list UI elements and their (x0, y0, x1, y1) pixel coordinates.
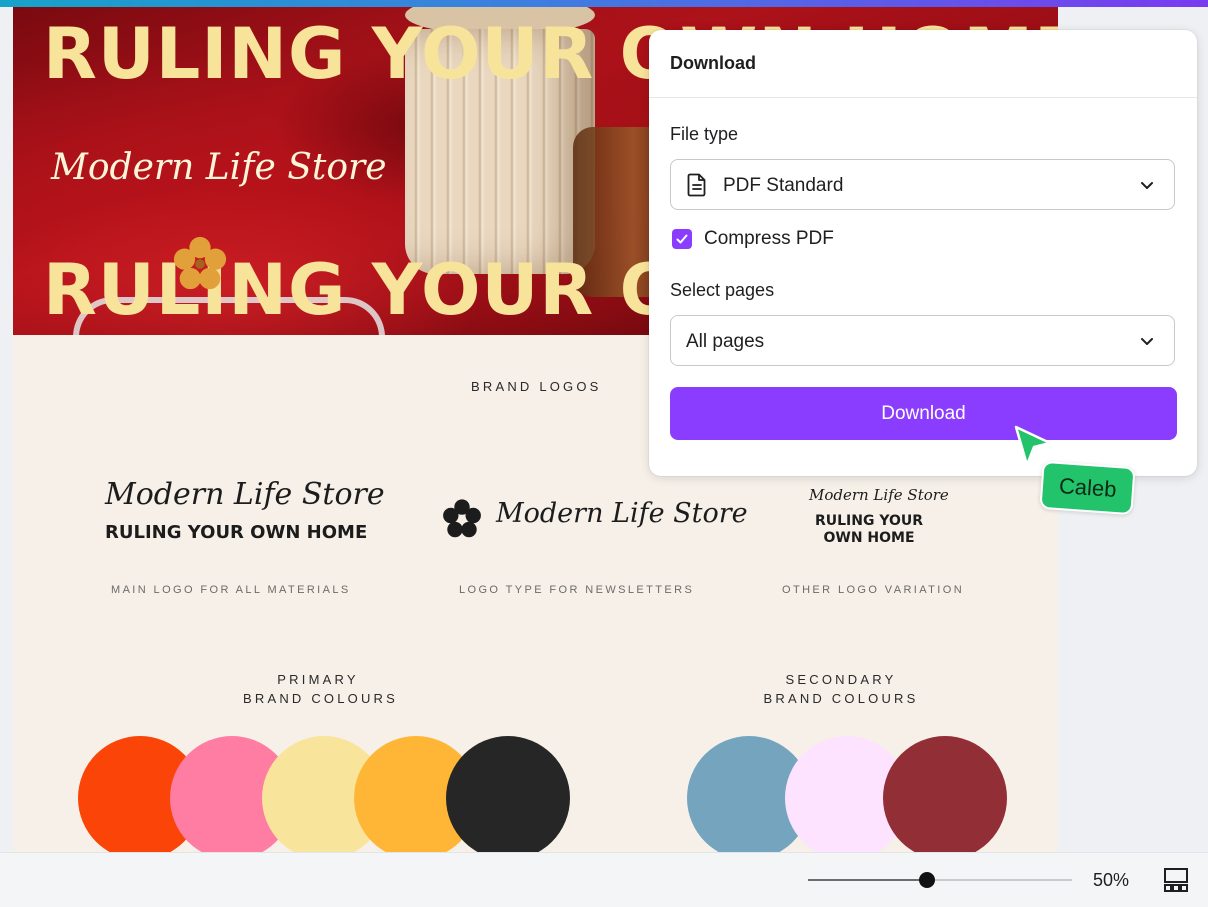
compress-pdf-label[interactable]: Compress PDF (704, 228, 834, 250)
select-pages-select[interactable]: All pages (670, 315, 1175, 366)
document-icon (687, 173, 706, 197)
newsletter-logo-caption: LOGO TYPE FOR NEWSLETTERS (459, 584, 695, 596)
file-type-value: PDF Standard (723, 175, 844, 196)
main-logo-caption: MAIN LOGO FOR ALL MATERIALS (111, 584, 351, 596)
primary-colours-title: PRIMARY BRAND COLOURS (243, 670, 399, 708)
collaborator-name-tag: Caleb (1039, 460, 1137, 516)
page-grid-icon[interactable] (1163, 867, 1189, 893)
design-canvas[interactable]: RULING YOUR OWN HOME Modern Life Store R… (0, 7, 1208, 852)
download-panel: Download File type PDF Standard Compress… (649, 30, 1197, 476)
file-type-select[interactable]: PDF Standard (670, 159, 1175, 210)
variation-logo-line2: OWN HOME (823, 530, 915, 546)
file-type-label: File type (670, 124, 739, 144)
variation-logo-tagline: RULING YOUR OWN HOME (809, 513, 929, 547)
variation-logo-line1: RULING YOUR (814, 513, 924, 529)
brand-logos-title: BRAND LOGOS (471, 379, 602, 394)
main-logo-script: Modern Life Store (105, 477, 385, 512)
download-button[interactable]: Download (670, 387, 1177, 440)
select-pages-label: Select pages (670, 280, 775, 300)
newsletter-logo-script: Modern Life Store (496, 498, 748, 529)
colour-swatch (883, 736, 1007, 852)
secondary-colours-title-line1: SECONDARY (785, 672, 897, 687)
flower-icon (173, 236, 227, 290)
checkmark-icon (676, 234, 688, 244)
zoom-slider-thumb[interactable] (918, 872, 935, 888)
download-panel-title: Download (670, 53, 756, 73)
secondary-colours-title-line2: BRAND COLOURS (763, 691, 919, 706)
download-panel-header: Download (649, 30, 1197, 98)
primary-colours-title-line1: PRIMARY (277, 672, 359, 687)
hero-script-text: Modern Life Store (51, 147, 387, 188)
variation-logo-script: Modern Life Store (809, 486, 949, 504)
colour-swatch (446, 736, 570, 852)
compress-pdf-checkbox[interactable] (672, 229, 692, 249)
zoom-level-label[interactable]: 50% (1093, 870, 1129, 891)
secondary-colours-title: SECONDARY BRAND COLOURS (761, 670, 921, 708)
chevron-down-icon (1141, 182, 1153, 189)
bottom-toolbar: 50% (0, 852, 1208, 907)
main-logo-tagline: RULING YOUR OWN HOME (105, 522, 368, 543)
flower-logo-icon (443, 499, 481, 538)
top-accent-bar (0, 0, 1208, 7)
select-pages-value: All pages (686, 331, 765, 352)
chevron-down-icon (1141, 338, 1153, 345)
primary-colours-title-line2: BRAND COLOURS (243, 691, 399, 706)
zoom-slider-fill (808, 879, 927, 881)
variation-logo-caption: OTHER LOGO VARIATION (782, 584, 965, 596)
